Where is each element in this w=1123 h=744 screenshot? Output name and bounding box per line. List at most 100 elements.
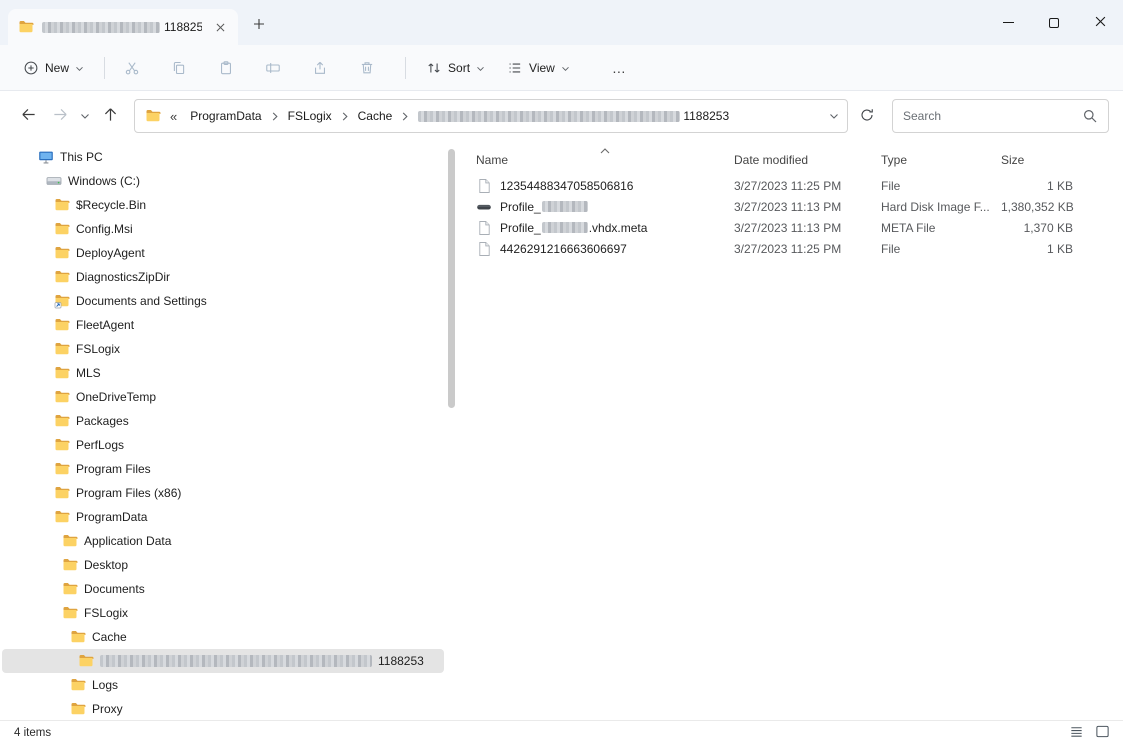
tree-item-proxy[interactable]: Proxy [2, 697, 444, 720]
folder-icon [54, 317, 70, 333]
file-date-modified: 3/27/2023 11:13 PM [728, 200, 875, 214]
tree-item-program-files-x86[interactable]: Program Files (x86) [2, 481, 444, 505]
file-name-cell: 12354488347058506816 [470, 178, 728, 194]
breadcrumb-chevron-icon[interactable] [398, 111, 412, 122]
search-icon [1082, 108, 1098, 124]
copy-button[interactable] [161, 52, 197, 84]
folder-icon [54, 461, 70, 477]
tree-item-1188253[interactable]: 1188253 [2, 649, 444, 673]
address-dropdown-button[interactable] [829, 113, 839, 120]
more-options-button[interactable]: … [601, 52, 638, 84]
tree-item-perflogs[interactable]: PerfLogs [2, 433, 444, 457]
tree-item-programdata[interactable]: ProgramData [2, 505, 444, 529]
tree-item-label: Documents and Settings [76, 294, 207, 308]
forward-button[interactable] [44, 100, 76, 132]
tree-item-deployagent[interactable]: DeployAgent [2, 241, 444, 265]
rename-button[interactable] [255, 52, 291, 84]
file-name: 12354488347058506816 [500, 179, 633, 193]
breadcrumb-item-fslogix[interactable]: FSLogix [284, 106, 336, 126]
tree-item-packages[interactable]: Packages [2, 409, 444, 433]
tree-item-recycle-bin[interactable]: $Recycle.Bin [2, 193, 444, 217]
tree-item-documents-and-settings[interactable]: Documents and Settings [2, 289, 444, 313]
search-input[interactable] [903, 109, 1074, 123]
breadcrumb-item-current[interactable]: 1188253 [414, 106, 733, 126]
column-header-date-modified[interactable]: Date modified [728, 153, 875, 167]
tree-item-label: Windows (C:) [68, 174, 140, 188]
tree-item-label: FleetAgent [76, 318, 134, 332]
breadcrumb-chevron-icon[interactable] [338, 111, 352, 122]
up-button[interactable] [94, 100, 126, 132]
collapsed-path-button[interactable]: « [168, 109, 179, 124]
refresh-button[interactable] [850, 100, 884, 132]
folder-icon [18, 19, 34, 35]
tree-item-config-msi[interactable]: Config.Msi [2, 217, 444, 241]
sort-button-label: Sort [448, 61, 470, 75]
redacted-text [42, 22, 160, 33]
column-header-type[interactable]: Type [875, 153, 995, 167]
view-button[interactable]: View [496, 52, 581, 84]
file-icon [476, 178, 492, 194]
column-header-size[interactable]: Size [995, 153, 1087, 167]
toolbar-divider [405, 57, 406, 79]
tab-close-icon[interactable] [210, 17, 230, 37]
file-list: 123544883470585068163/27/2023 11:25 PMFi… [470, 175, 1123, 259]
breadcrumb-item-cache[interactable]: Cache [354, 106, 397, 126]
tree-item-label: DeployAgent [76, 246, 145, 260]
folder-icon [54, 221, 70, 237]
close-button[interactable] [1077, 0, 1123, 45]
tree-item-logs[interactable]: Logs [2, 673, 444, 697]
address-bar[interactable]: « ProgramData FSLogix Cache 1188253 [134, 99, 848, 133]
tree-item-fleetagent[interactable]: FleetAgent [2, 313, 444, 337]
file-size: 1,380,352 KB [995, 200, 1087, 214]
column-header-name[interactable]: Name [470, 153, 728, 167]
view-toggles [1065, 723, 1113, 743]
maximize-button[interactable] [1031, 0, 1077, 45]
tree-item-desktop[interactable]: Desktop [2, 553, 444, 577]
details-view-icon [1069, 724, 1084, 742]
vhdx-icon [476, 199, 492, 215]
paste-button[interactable] [208, 52, 244, 84]
breadcrumb-current-suffix: 1188253 [683, 109, 729, 123]
tree-item-fslogix[interactable]: FSLogix [2, 337, 444, 361]
file-row[interactable]: Profile_3/27/2023 11:13 PMHard Disk Imag… [470, 196, 1123, 217]
file-row[interactable]: Profile_.vhdx.meta3/27/2023 11:13 PMMETA… [470, 217, 1123, 238]
delete-button[interactable] [349, 52, 385, 84]
details-view-button[interactable] [1065, 723, 1087, 743]
tree-item-diagnosticszipdir[interactable]: DiagnosticsZipDir [2, 265, 444, 289]
back-button[interactable] [12, 100, 44, 132]
tree-item-application-data[interactable]: Application Data [2, 529, 444, 553]
new-tab-button[interactable] [246, 12, 272, 38]
file-size: 1,370 KB [995, 221, 1087, 235]
tree-item-label: Logs [92, 678, 118, 692]
new-item-icon [23, 60, 39, 76]
tree-item-mls[interactable]: MLS [2, 361, 444, 385]
thumbnail-view-button[interactable] [1091, 723, 1113, 743]
tree-item-program-files[interactable]: Program Files [2, 457, 444, 481]
file-row[interactable]: 44262912166636066973/27/2023 11:25 PMFil… [470, 238, 1123, 259]
explorer-tab[interactable]: 1188253 [8, 9, 238, 45]
tree-item-onedrivetemp[interactable]: OneDriveTemp [2, 385, 444, 409]
arrow-right-icon [52, 106, 69, 126]
sort-icon [426, 60, 442, 76]
file-name-prefix: Profile_ [500, 221, 541, 235]
tree-item-this-pc[interactable]: This PC [2, 145, 444, 169]
folder-icon [54, 485, 70, 501]
recent-locations-button[interactable] [76, 100, 94, 132]
cut-button[interactable] [114, 52, 150, 84]
file-row[interactable]: 123544883470585068163/27/2023 11:25 PMFi… [470, 175, 1123, 196]
tree-item-cache[interactable]: Cache [2, 625, 444, 649]
drive-icon [46, 173, 62, 189]
breadcrumb-chevron-icon[interactable] [268, 111, 282, 122]
arrow-left-icon [20, 106, 37, 126]
tree-item-label: Documents [84, 582, 145, 596]
share-button[interactable] [302, 52, 338, 84]
minimize-button[interactable] [985, 0, 1031, 45]
tree-item-label: Config.Msi [76, 222, 133, 236]
tree-item-windows-c[interactable]: Windows (C:) [2, 169, 444, 193]
new-button[interactable]: New [12, 52, 95, 84]
tree-item-fslogix[interactable]: FSLogix [2, 601, 444, 625]
tree-item-documents[interactable]: Documents [2, 577, 444, 601]
sort-button[interactable]: Sort [415, 52, 496, 84]
breadcrumb-item-programdata[interactable]: ProgramData [186, 106, 265, 126]
scrollbar-thumb[interactable] [448, 149, 455, 408]
